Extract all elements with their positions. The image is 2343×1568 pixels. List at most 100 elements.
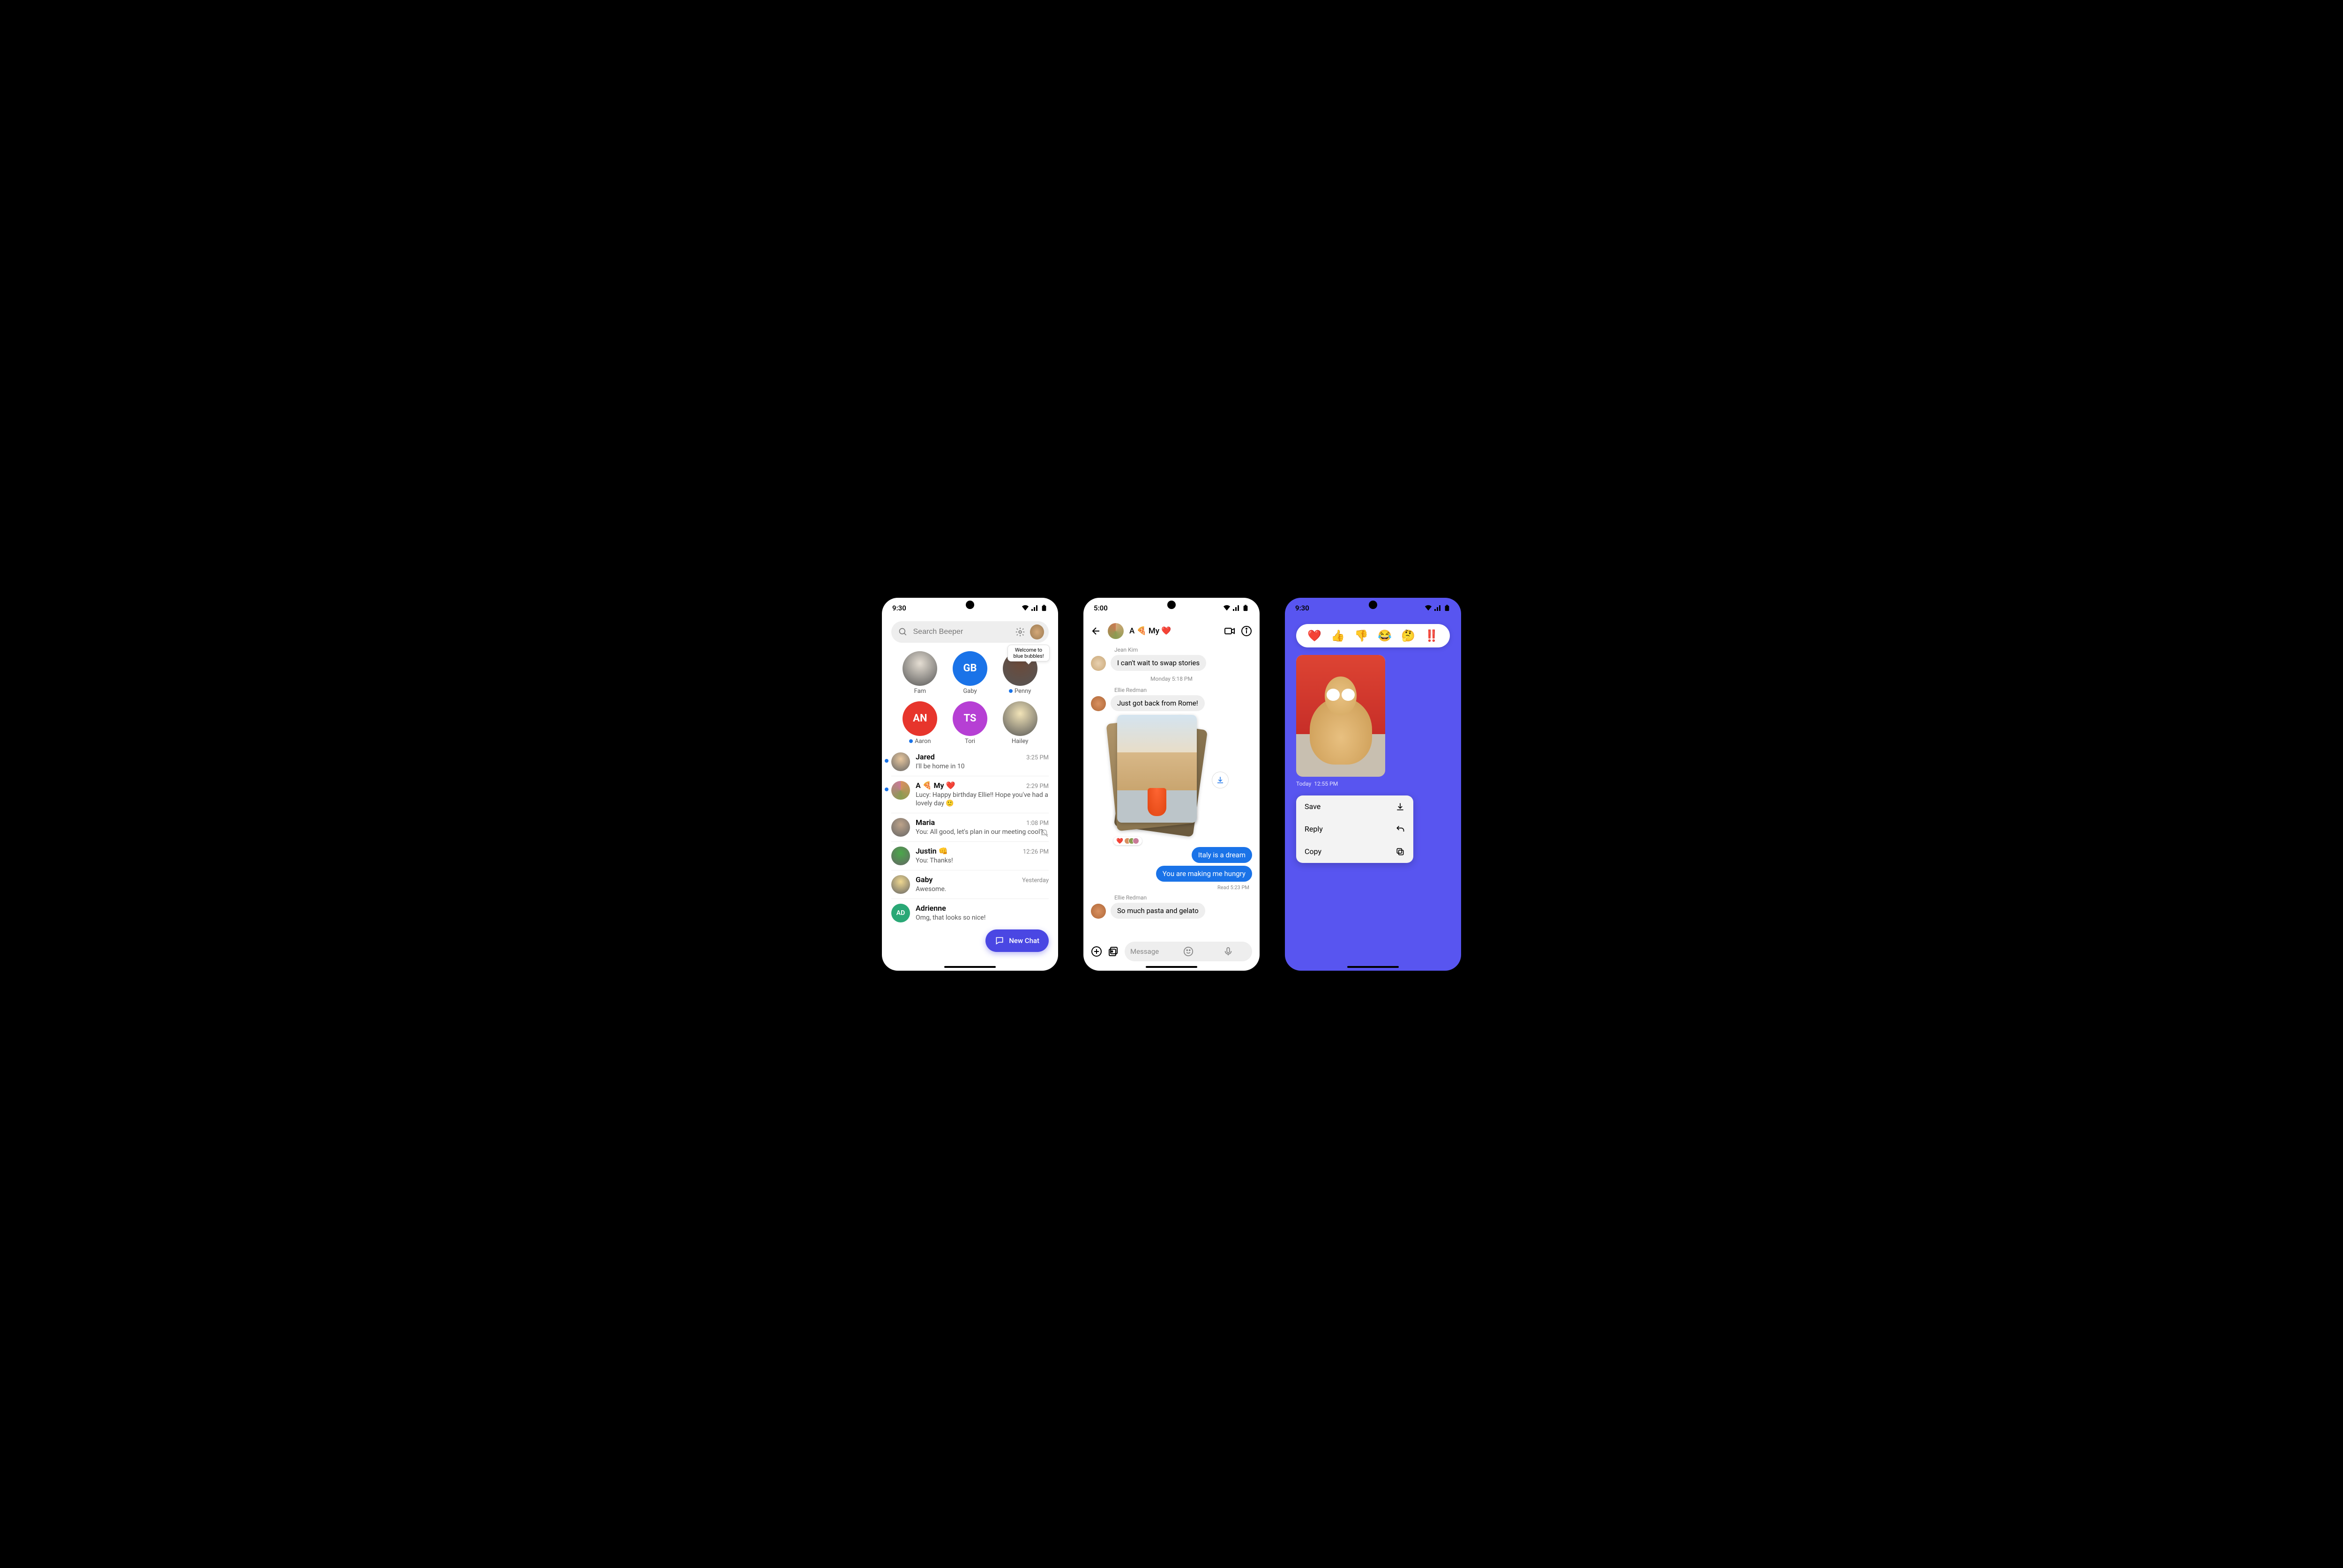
message-bubble: I can't wait to swap stories — [1111, 655, 1206, 671]
phone-conversation: 5:00 A 🍕 My ❤️ Jean Kim — [1078, 592, 1265, 976]
favorite-label: Tori — [945, 738, 995, 745]
menu-label: Copy — [1305, 847, 1321, 856]
favorite-item[interactable]: ANAaron — [895, 701, 945, 745]
chat-avatar — [891, 818, 910, 837]
favorite-label: Fam — [895, 688, 945, 695]
status-time: 5:00 — [1094, 604, 1108, 612]
chat-name: Justin 👊 — [916, 847, 948, 855]
menu-label: Save — [1305, 802, 1321, 811]
chat-name: A 🍕 My ❤️ — [916, 781, 955, 790]
chat-time: 1:08 PM — [1026, 820, 1049, 827]
reaction-option[interactable]: ❤️ — [1307, 629, 1321, 642]
status-time: 9:30 — [892, 604, 906, 612]
favorite-item[interactable]: Hailey — [995, 701, 1045, 745]
chat-preview: Omg, that looks so nice! — [916, 914, 1049, 922]
favorite-item[interactable]: TSTori — [945, 701, 995, 745]
message-row[interactable]: Italy is a dream — [1091, 847, 1252, 863]
chat-row[interactable]: Gaby Yesterday Awesome. — [891, 870, 1049, 899]
new-chat-fab[interactable]: New Chat — [985, 929, 1049, 952]
chat-time: Yesterday — [1022, 877, 1049, 884]
context-menu-item[interactable]: Reply — [1296, 818, 1413, 840]
battery-icon — [1242, 605, 1249, 611]
reply-icon — [1395, 825, 1405, 834]
signal-icon — [1232, 605, 1240, 611]
photo-attachment[interactable]: ❤️ — [1112, 715, 1205, 841]
message-input[interactable]: Message — [1125, 942, 1252, 961]
read-receipt: Read 5:23 PM — [1091, 884, 1249, 891]
mic-icon[interactable] — [1210, 946, 1246, 957]
reaction-option[interactable]: 👎 — [1354, 629, 1368, 642]
chat-avatar: AD — [891, 904, 910, 922]
group-avatar[interactable] — [1108, 623, 1124, 639]
tooltip: Welcome to blue bubbles! — [1007, 645, 1050, 661]
fab-label: New Chat — [1009, 936, 1039, 945]
battery-icon — [1443, 605, 1451, 611]
reaction-option[interactable]: 🤔 — [1401, 629, 1415, 642]
conversation-title[interactable]: A 🍕 My ❤️ — [1129, 626, 1218, 636]
back-icon[interactable] — [1091, 625, 1102, 637]
copy-icon — [1395, 847, 1405, 856]
favorite-item[interactable]: PennyWelcome to blue bubbles! — [995, 651, 1045, 695]
chat-avatar — [891, 847, 910, 865]
camera-cutout — [1369, 601, 1377, 609]
search-input[interactable] — [913, 628, 1010, 636]
chat-preview: You: All good, let's plan in our meeting… — [916, 828, 1049, 837]
chat-name: Maria — [916, 818, 935, 827]
context-menu: Save Reply Copy — [1296, 795, 1413, 863]
chat-row[interactable]: Justin 👊 12:26 PM You: Thanks! — [891, 841, 1049, 870]
nav-handle — [944, 966, 996, 968]
sender-avatar — [1091, 696, 1106, 711]
nav-handle — [1146, 966, 1197, 968]
context-menu-item[interactable]: Copy — [1296, 840, 1413, 863]
message-placeholder: Message — [1130, 947, 1166, 956]
wifi-icon — [1223, 605, 1231, 611]
info-icon[interactable] — [1241, 625, 1252, 637]
add-icon[interactable] — [1091, 946, 1102, 957]
sender-avatar — [1091, 904, 1106, 919]
sender-avatar — [1091, 656, 1106, 671]
photo-timestamp: Today 12:55 PM — [1296, 780, 1450, 787]
sender-label: Ellie Redman — [1114, 894, 1252, 901]
timestamp-label: Monday 5:18 PM — [1091, 676, 1252, 682]
reaction-option[interactable]: ‼️ — [1425, 629, 1439, 642]
chat-row[interactable]: Maria 1:08 PM You: All good, let's plan … — [891, 813, 1049, 841]
chat-time: 2:29 PM — [1026, 783, 1049, 790]
video-call-icon[interactable] — [1224, 625, 1235, 637]
message-bubble: You are making me hungry — [1156, 866, 1252, 882]
download-icon — [1395, 802, 1405, 811]
sender-label: Jean Kim — [1114, 647, 1252, 653]
chat-name: Jared — [916, 752, 935, 761]
settings-icon[interactable] — [1015, 626, 1026, 638]
chat-row[interactable]: AD Adrienne Omg, that looks so nice! — [891, 899, 1049, 927]
unread-dot — [885, 759, 888, 763]
unread-dot — [885, 788, 888, 791]
status-icons — [1425, 605, 1451, 611]
chat-row[interactable]: A 🍕 My ❤️ 2:29 PM Lucy: Happy birthday E… — [891, 776, 1049, 813]
chat-icon — [995, 936, 1004, 945]
chat-row[interactable]: Jared 3:25 PM I'll be home in 10 — [891, 748, 1049, 776]
favorite-item[interactable]: Fam — [895, 651, 945, 695]
favorite-item[interactable]: GBGaby — [945, 651, 995, 695]
message-row[interactable]: I can't wait to swap stories — [1091, 655, 1252, 671]
message-row[interactable]: You are making me hungry — [1091, 866, 1252, 882]
reaction-option[interactable]: 😂 — [1378, 629, 1392, 642]
gallery-icon[interactable] — [1108, 946, 1119, 957]
profile-avatar[interactable] — [1030, 624, 1044, 639]
message-row[interactable]: Just got back from Rome! — [1091, 695, 1252, 711]
reaction-option[interactable]: 👍 — [1331, 629, 1345, 642]
context-menu-item[interactable]: Save — [1296, 795, 1413, 818]
status-icons — [1022, 605, 1048, 611]
selected-photo[interactable] — [1296, 655, 1385, 777]
signal-icon — [1031, 605, 1038, 611]
chat-avatar — [891, 752, 910, 771]
emoji-icon[interactable] — [1170, 946, 1206, 957]
reaction-pill[interactable]: ❤️ — [1113, 837, 1142, 845]
message-row[interactable]: So much pasta and gelato — [1091, 903, 1252, 919]
wifi-icon — [1425, 605, 1432, 611]
favorite-label: Gaby — [945, 688, 995, 695]
download-button[interactable] — [1212, 772, 1229, 788]
chat-time: 3:25 PM — [1026, 754, 1049, 761]
wifi-icon — [1022, 605, 1029, 611]
search-bar[interactable] — [891, 621, 1049, 643]
status-time: 9:30 — [1295, 604, 1309, 612]
